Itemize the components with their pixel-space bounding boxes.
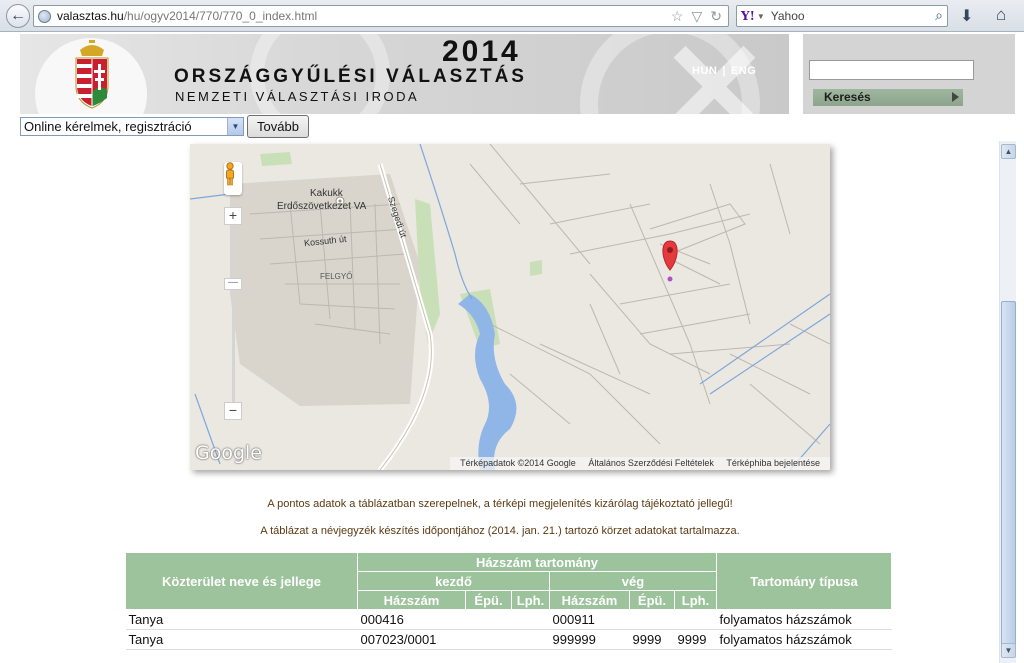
table-row: Tanya 000416 000911 folyamatos házszámok <box>125 609 892 630</box>
zoom-in-button[interactable]: + <box>224 207 242 225</box>
globe-icon <box>38 9 51 23</box>
google-logo[interactable]: Google <box>195 442 262 464</box>
dropdown-arrow-icon[interactable]: ▽ <box>691 8 702 25</box>
terms-link[interactable]: Általános Szerződési Feltételek <box>588 458 714 468</box>
map-data-credit: Térképadatok ©2014 Google <box>460 458 576 468</box>
scrollbar-thumb[interactable] <box>1001 301 1016 653</box>
header-start-number: Házszám <box>357 590 466 610</box>
header-range: Házszám tartomány <box>357 552 717 572</box>
bookmark-star-icon[interactable]: ☆ <box>671 8 684 25</box>
cell-start-building <box>465 609 512 630</box>
play-arrow-icon <box>952 92 959 102</box>
yahoo-icon[interactable]: Y! <box>741 9 755 23</box>
address-range-table: Közterület neve és jellege Házszám tarto… <box>125 552 892 650</box>
cell-start-number: 000416 <box>357 609 466 630</box>
cell-end-stairway: 9999 <box>674 629 717 650</box>
map-attribution: Térképadatok ©2014 Google Általános Szer… <box>450 457 830 470</box>
url-host: valasztas.hu <box>57 9 124 23</box>
header-end-stairway: Lph. <box>674 590 717 610</box>
magnifier-icon[interactable]: ⌕ <box>935 7 943 24</box>
site-subtitle: NEMZETI VÁLASZTÁSI IRODA <box>175 89 420 104</box>
district-map[interactable]: + — − Kakukk Erdőszövetkezet VA Kossuth … <box>190 144 830 470</box>
header-range-type: Tartomány típusa <box>716 552 892 610</box>
search-placeholder: Yahoo <box>770 9 805 23</box>
back-arrow-icon[interactable]: ← <box>6 4 30 28</box>
service-select-value: Online kérelmek, regisztráció <box>24 119 192 134</box>
chevron-down-icon[interactable]: ▼ <box>227 118 243 135</box>
search-button-label: Keresés <box>824 90 871 104</box>
site-search-input[interactable] <box>809 60 974 80</box>
header-end: vég <box>549 571 717 591</box>
site-search-panel: Keresés <box>803 34 1015 114</box>
cell-start-stairway <box>511 609 550 630</box>
date-note: A táblázat a névjegyzék készítés időpont… <box>260 525 740 537</box>
reload-icon[interactable]: ↻ <box>710 8 722 25</box>
cell-range-type: folyamatos házszámok <box>716 629 892 650</box>
lang-separator: | <box>722 65 726 77</box>
site-banner: ✕ 2014 ORSZÁGGYŰLÉSI VÁLASZTÁS NEMZETI V… <box>20 34 789 114</box>
election-year: 2014 <box>442 35 521 68</box>
browser-search-box[interactable]: Y! ▼ Yahoo ⌕ <box>736 5 948 27</box>
cell-start-stairway <box>511 629 550 650</box>
cell-start-number: 007023/0001 <box>357 629 466 650</box>
cell-range-type: folyamatos házszámok <box>716 609 892 630</box>
address-bar[interactable]: valasztas.hu/hu/ogyv2014/770/770_0_index… <box>33 5 729 27</box>
cell-street: Tanya <box>125 629 358 650</box>
cell-street: Tanya <box>125 609 358 630</box>
scroll-down-arrow-icon[interactable]: ▼ <box>1001 643 1016 658</box>
cell-start-building <box>465 629 512 650</box>
coat-of-arms-icon <box>75 40 109 109</box>
header-start: kezdő <box>357 571 550 591</box>
url-path: /hu/ogyv2014/770/770_0_index.html <box>123 9 318 23</box>
scroll-up-arrow-icon[interactable]: ▲ <box>1001 144 1016 159</box>
map-label-felgyo: FELGYŐ <box>320 272 353 281</box>
zoom-out-button[interactable]: − <box>224 402 242 420</box>
zoom-slider-track[interactable] <box>232 216 235 414</box>
cell-end-number: 000911 <box>549 609 630 630</box>
cell-end-building <box>629 609 675 630</box>
header-end-number: Házszám <box>549 590 630 610</box>
header-start-building: Épü. <box>465 590 512 610</box>
engine-dropdown-icon[interactable]: ▼ <box>757 12 765 21</box>
header-start-stairway: Lph. <box>511 590 550 610</box>
map-label-erdo: Erdőszövetkezet VA <box>277 201 367 212</box>
vertical-scrollbar[interactable]: ▲ ▼ <box>999 141 1016 663</box>
cell-end-building: 9999 <box>629 629 675 650</box>
lang-hu-link[interactable]: HUN <box>692 65 717 77</box>
header-end-building: Épü. <box>629 590 675 610</box>
download-arrow-icon[interactable]: ⬇ <box>960 6 973 26</box>
disclaimer-note: A pontos adatok a táblázatban szerepelne… <box>267 498 733 510</box>
cell-end-number: 999999 <box>549 629 630 650</box>
language-switch: HUN | ENG <box>692 65 756 77</box>
go-button[interactable]: Tovább <box>247 115 309 138</box>
site-title: ORSZÁGGYŰLÉSI VÁLASZTÁS <box>174 66 527 87</box>
browser-toolbar: ← valasztas.hu/hu/ogyv2014/770/770_0_ind… <box>0 0 1024 32</box>
service-select[interactable]: Online kérelmek, regisztráció ▼ <box>20 117 244 136</box>
search-button[interactable]: Keresés <box>813 89 963 106</box>
street-view-pegman-icon[interactable] <box>224 162 242 195</box>
lang-en-link[interactable]: ENG <box>731 65 756 77</box>
cell-end-stairway <box>674 609 717 630</box>
table-row: Tanya 007023/0001 999999 9999 9999 folya… <box>125 629 892 650</box>
zoom-slider-handle[interactable]: — <box>224 278 242 290</box>
home-icon[interactable]: ⌂ <box>996 5 1006 25</box>
report-error-link[interactable]: Térképhiba bejelentése <box>726 458 820 468</box>
header-street: Közterület neve és jellege <box>125 552 358 610</box>
map-canvas <box>190 144 830 470</box>
map-label-kakukk: Kakukk <box>310 188 343 199</box>
